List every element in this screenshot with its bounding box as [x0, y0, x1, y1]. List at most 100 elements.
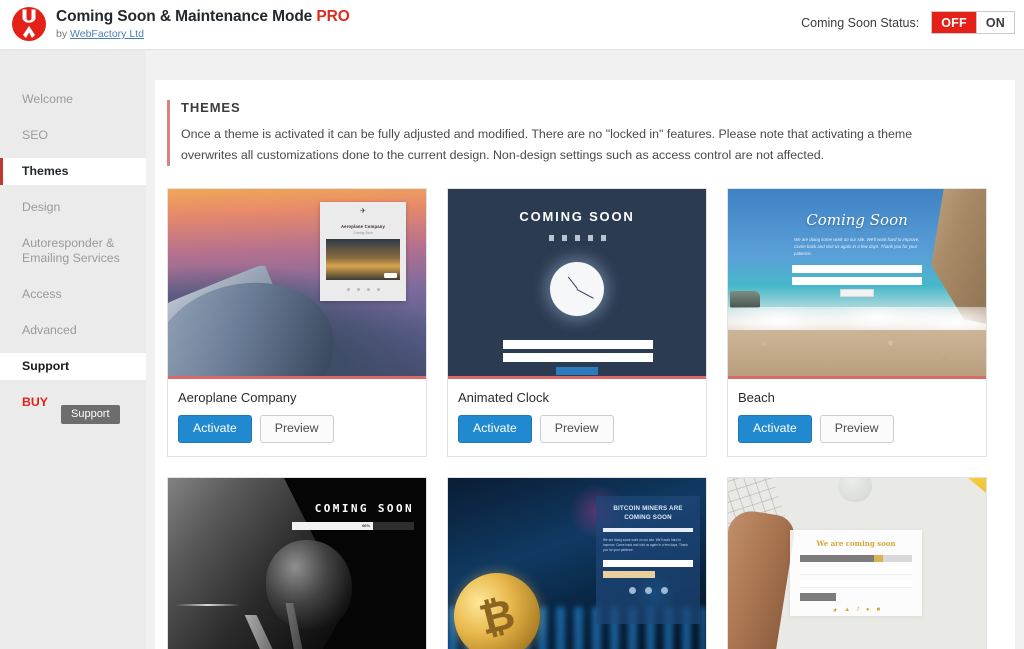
instagram-icon: ■ — [876, 607, 881, 613]
bitcoin-divider — [603, 528, 693, 532]
desk-name-field — [800, 567, 912, 575]
app-title-pro: PRO — [316, 8, 350, 25]
status-toggle[interactable]: OFF ON — [931, 11, 1015, 34]
vendor-link[interactable]: WebFactory Ltd — [70, 28, 144, 40]
sidebar-item-access[interactable]: Access — [0, 281, 146, 308]
clock-signup-form — [501, 340, 653, 375]
bike-hand-art — [266, 540, 352, 630]
facebook-icon: f — [857, 607, 859, 613]
sidebar-item-welcome[interactable]: Welcome — [0, 86, 146, 113]
brand-byline: by WebFactory Ltd — [56, 27, 350, 41]
clock-name-field — [501, 340, 653, 349]
beach-shipwreck-art — [730, 291, 760, 308]
beach-name-field — [792, 265, 922, 273]
aeroplane-preview-popup: ✈ Aeroplane Company Coming Soon — [320, 202, 406, 301]
aeroplane-engine-art — [168, 266, 346, 376]
activate-button[interactable]: Activate — [738, 415, 812, 443]
beach-email-field — [792, 277, 922, 285]
bike-heading-text: COMING SOON — [314, 502, 414, 515]
theme-card[interactable]: COMING SOON Animated Clock Activate Prev… — [447, 188, 707, 457]
beach-cliff-art — [931, 189, 986, 325]
popup-dots — [325, 288, 401, 291]
popup-brand-text: Aeroplane Company — [340, 224, 386, 229]
content-area: THEMES Once a theme is activated it can … — [146, 50, 1024, 649]
twitter-icon: ● — [865, 607, 870, 613]
desk-subscribe-button — [800, 593, 836, 601]
rss-icon: ▲ — [844, 607, 851, 613]
desk-social-icons: ★ ▲ f ● ■ — [800, 607, 912, 614]
bitcoin-heading-text: BITCOIN MINERS ARE COMING SOON — [613, 505, 683, 521]
theme-thumbnail-animated-clock[interactable]: COMING SOON — [448, 189, 706, 379]
theme-card[interactable]: COMING SOON 66% Activate Preview — [167, 477, 427, 649]
support-tooltip: Support — [61, 405, 120, 424]
desk-mouse-art — [838, 478, 872, 502]
theme-thumbnail-bitcoin[interactable]: ₿ BITCOIN MINERS ARE COMING SOON We are … — [448, 478, 706, 649]
theme-name: Animated Clock — [458, 390, 550, 405]
theme-card-body: Animated Clock Activate Preview — [448, 379, 706, 456]
sidebar-item-support[interactable]: Support — [0, 353, 146, 380]
coming-soon-status: Coming Soon Status: OFF ON — [801, 11, 1015, 34]
sidebar-item-autoresponder[interactable]: Autoresponder & Emailing Services — [0, 230, 146, 272]
byline-prefix: by — [56, 28, 71, 40]
themes-intro: THEMES Once a theme is activated it can … — [167, 100, 967, 166]
bike-progress-label: 66% — [362, 523, 371, 528]
youtube-icon — [384, 273, 397, 278]
page-description: Once a theme is activated it can be full… — [181, 127, 913, 162]
share-icon: ★ — [831, 608, 838, 614]
popup-sub-text: Coming Soon — [353, 231, 373, 235]
theme-thumbnail-beach[interactable]: Coming Soon We are doing some work on ou… — [728, 189, 986, 379]
bitcoin-paragraph-text: We are doing some work on our site. We'l… — [603, 538, 688, 552]
sidebar-item-seo[interactable]: SEO — [0, 122, 146, 149]
themes-panel: THEMES Once a theme is activated it can … — [155, 80, 1015, 649]
bitcoin-social-icons — [603, 587, 693, 594]
theme-thumbnail-desk[interactable]: We are coming soon ★ ▲ f ● ■ — [728, 478, 986, 649]
desk-heading-text: We are coming soon — [816, 539, 896, 548]
preview-button[interactable]: Preview — [819, 415, 894, 443]
desk-progress-bar — [800, 555, 912, 562]
theme-thumbnail-aeroplane[interactable]: ✈ ✈ Aeroplane Company Coming Soon — [168, 189, 426, 379]
preview-button[interactable]: Preview — [539, 415, 614, 443]
app-title: Coming Soon & Maintenance Mode PRO — [56, 7, 350, 26]
preview-button[interactable]: Preview — [259, 415, 334, 443]
bike-light-streak-art — [176, 604, 240, 606]
theme-name: Beach — [738, 390, 775, 405]
clock-heading-text: COMING SOON — [519, 209, 635, 224]
popup-video-art — [326, 239, 400, 280]
brand: Coming Soon & Maintenance Mode PRO by We… — [56, 7, 350, 41]
theme-card[interactable]: ₿ BITCOIN MINERS ARE COMING SOON We are … — [447, 477, 707, 649]
bitcoin-email-field — [603, 560, 693, 567]
toggle-off-option[interactable]: OFF — [932, 12, 976, 33]
clock-subscribe-button — [556, 367, 598, 375]
beach-paragraph-text: We are doing some work on our site. We'l… — [794, 237, 920, 256]
page-title: THEMES — [181, 100, 241, 115]
bike-progress-bar: 66% — [292, 522, 414, 530]
desk-email-field — [800, 580, 912, 588]
toggle-on-option[interactable]: ON — [975, 12, 1014, 33]
sidebar-item-themes[interactable]: Themes — [0, 158, 146, 185]
theme-card-body: Beach Activate Preview — [728, 379, 986, 456]
bitcoin-subscribe-button — [603, 571, 655, 578]
theme-card[interactable]: Coming Soon We are doing some work on ou… — [727, 188, 987, 457]
sidebar-item-advanced[interactable]: Advanced — [0, 317, 146, 344]
clock-email-field — [501, 353, 653, 362]
sidebar-item-design[interactable]: Design — [0, 194, 146, 221]
clock-social-icons — [448, 235, 706, 241]
themes-grid: ✈ ✈ Aeroplane Company Coming Soon Aeropl… — [167, 188, 987, 649]
beach-sand-art — [728, 330, 986, 376]
status-label: Coming Soon Status: — [801, 15, 920, 30]
theme-card[interactable]: ✈ ✈ Aeroplane Company Coming Soon Aeropl… — [167, 188, 427, 457]
wrench-power-logo-icon — [9, 4, 49, 44]
activate-button[interactable]: Activate — [458, 415, 532, 443]
beach-signup-form — [792, 265, 922, 297]
theme-actions: Activate Preview — [458, 415, 696, 443]
desk-arm-art — [728, 507, 797, 649]
activate-button[interactable]: Activate — [178, 415, 252, 443]
clock-face-icon — [550, 262, 604, 316]
theme-thumbnail-bike[interactable]: COMING SOON 66% — [168, 478, 426, 649]
bitcoin-signup-pane: BITCOIN MINERS ARE COMING SOON We are do… — [596, 496, 700, 624]
desk-sticky-note-art — [960, 478, 986, 498]
theme-name: Aeroplane Company — [178, 390, 297, 405]
theme-card[interactable]: We are coming soon ★ ▲ f ● ■ — [727, 477, 987, 649]
desk-signup-card: We are coming soon ★ ▲ f ● ■ — [790, 530, 922, 616]
bitcoin-coin-icon: ₿ — [448, 563, 550, 649]
